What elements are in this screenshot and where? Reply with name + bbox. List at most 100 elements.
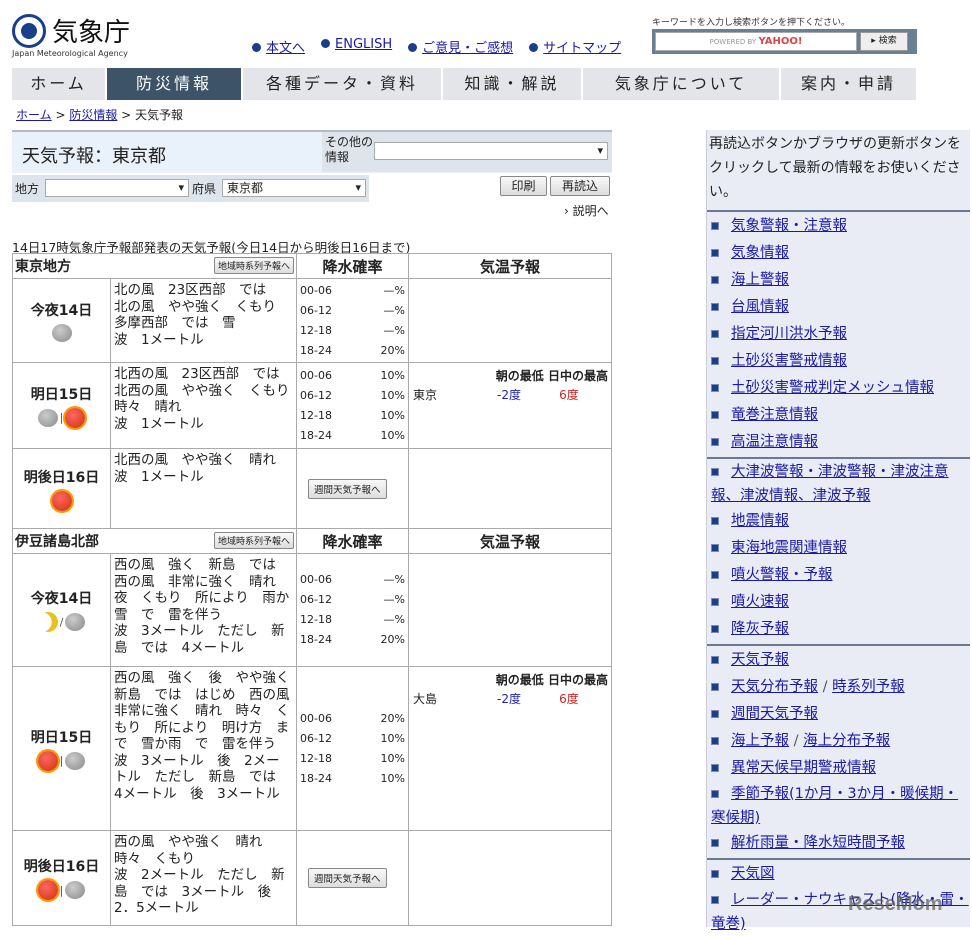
sidebar-item: 東海地震関連情報 xyxy=(707,535,970,562)
sidebar-item: 海上警報 xyxy=(707,267,970,294)
precip-row: 18-24 20% xyxy=(300,341,405,361)
sidebar-link[interactable]: 東海地震関連情報 xyxy=(731,540,847,556)
sidebar-item: 高温注意情報 xyxy=(707,429,970,456)
sidebar-link[interactable]: 土砂災害警戒判定メッシュ情報 xyxy=(731,380,934,396)
temp-high: 6度 xyxy=(559,388,579,402)
reload-note: 再読込ボタンかブラウザの更新ボタンをクリックして最新の情報をお使いください。 xyxy=(707,130,970,212)
precip-cell: 00-06 —% 06-12 —% 12-18 —% 18-24 20% xyxy=(296,278,409,363)
bullet-icon xyxy=(711,249,719,257)
link-main-content[interactable]: 本文へ xyxy=(266,41,305,56)
precip-period: 18-24 xyxy=(300,771,332,785)
forecast-description: 北西の風 やや強く 晴れ 波 1メートル xyxy=(110,448,297,529)
sidebar-link[interactable]: 指定河川洪水予報 xyxy=(731,326,847,342)
nav-data[interactable]: 各種データ・資料 xyxy=(243,68,441,100)
sidebar-link[interactable]: 気象情報 xyxy=(731,245,789,261)
area-timeseries-button[interactable]: 地域時系列予報へ xyxy=(213,532,294,549)
explain-link[interactable]: › 説明へ xyxy=(564,202,609,219)
nav-about[interactable]: 気象庁について xyxy=(583,68,779,100)
bullet-icon xyxy=(711,438,719,446)
prefecture-select[interactable]: 東京都 xyxy=(222,179,366,197)
sidebar-link[interactable]: 土砂災害警戒情報 xyxy=(731,353,847,369)
sidebar-link[interactable]: 気象警報・注意報 xyxy=(731,218,847,234)
print-button[interactable]: 印刷 xyxy=(500,176,547,196)
sidebar-link[interactable]: 竜巻注意情報 xyxy=(731,407,818,423)
precip-period: 06-12 xyxy=(300,593,332,606)
precip-row: 12-18 10% xyxy=(300,749,405,769)
sidebar-link[interactable]: 地震情報 xyxy=(731,513,789,529)
region-select[interactable] xyxy=(45,179,189,197)
weather-icons: / xyxy=(13,612,110,632)
sidebar-link[interactable]: 台風情報 xyxy=(731,299,789,315)
breadcrumb-current: 天気予報 xyxy=(135,108,184,122)
breadcrumb-disaster[interactable]: 防災情報 xyxy=(69,108,117,122)
weekly-forecast-button[interactable]: 週間天気予報へ xyxy=(308,478,387,499)
sidebar-link[interactable]: 噴火速報 xyxy=(731,594,789,610)
sun-icon xyxy=(51,490,72,511)
search-input[interactable]: POWERED BY YAHOO! xyxy=(655,32,857,51)
precip-period: 00-06 xyxy=(300,368,332,382)
temp-cell xyxy=(408,830,612,926)
sidebar-link[interactable]: 海上警報 xyxy=(731,272,789,288)
nav-disaster-info[interactable]: 防災情報 xyxy=(107,68,241,100)
precip-value: 10% xyxy=(380,771,405,785)
sidebar-link[interactable]: 海上分布予報 xyxy=(803,733,890,749)
description-text: 北の風 23区西部 では 北の風 やや強く くもり 多摩西部 では 雪 波 1メ… xyxy=(114,282,276,348)
precip-value: 10% xyxy=(380,368,405,382)
page-title: 天気予報：東京都 xyxy=(22,146,166,167)
temp-low: -2度 xyxy=(497,692,521,706)
link-feedback[interactable]: ご意見・ご感想 xyxy=(422,41,513,56)
sidebar-item: 降灰予報 xyxy=(707,616,970,643)
link-sitemap[interactable]: サイトマップ xyxy=(543,41,621,56)
search-box: POWERED BY YAHOO! ▸ 検索 xyxy=(652,29,917,54)
temp-labels: 朝の最低 日中の最高 xyxy=(409,363,611,384)
reload-button[interactable]: 再読込 xyxy=(550,176,610,196)
sidebar-item: 海上予報 / 海上分布予報 xyxy=(707,728,970,755)
area-timeseries-button[interactable]: 地域時系列予報へ xyxy=(213,257,294,274)
breadcrumb-home[interactable]: ホーム xyxy=(16,108,52,122)
sidebar-item: 異常天候早期警戒情報 xyxy=(707,755,970,782)
region-header-row: 伊豆諸島北部 地域時系列予報へ 降水確率 気温予報 xyxy=(12,528,612,554)
sidebar-item: 大津波警報・津波警報・津波注意報、津波情報、津波予報 xyxy=(707,460,970,508)
weekly-forecast-button[interactable]: 週間天気予報へ xyxy=(308,868,387,888)
sidebar-link[interactable]: 天気予報 xyxy=(731,652,789,668)
sidebar-link[interactable]: 異常天候早期警戒情報 xyxy=(731,760,876,776)
precip-row: 06-12 10% xyxy=(300,729,405,749)
search-button[interactable]: ▸ 検索 xyxy=(860,32,908,51)
jma-logo[interactable]: 気象庁 xyxy=(12,12,130,49)
precip-row: 12-18 10% xyxy=(300,406,405,426)
nav-guide[interactable]: 案内・申請 xyxy=(781,68,916,100)
precip-row: 12-18 —% xyxy=(300,610,405,630)
bullet-icon xyxy=(711,411,719,419)
sidebar-item: 週間天気予報 xyxy=(707,701,970,728)
precip-row: 00-06 10% xyxy=(300,366,405,386)
forecast-row: 明後日16日 | 西の風 やや強く 晴れ 時々 くもり 波 2メートル ただし 新島… xyxy=(12,830,612,926)
precip-period: 00-06 xyxy=(300,711,332,725)
sidebar-link[interactable]: 高温注意情報 xyxy=(731,434,818,450)
sidebar-link[interactable]: 解析雨量・降水短時間予報 xyxy=(731,835,905,851)
search-hint: キーワードを入力し検索ボタンを押下ください。 xyxy=(652,18,851,28)
sidebar-link[interactable]: 季節予報(1か月・3か月・暖候期・寒候期) xyxy=(711,786,958,826)
sidebar: 再読込ボタンかブラウザの更新ボタンをクリックして最新の情報をお使いください。 気… xyxy=(706,130,970,932)
sidebar-group: 大津波警報・津波警報・津波注意報、津波情報、津波予報地震情報東海地震関連情報 噴火… xyxy=(707,459,970,646)
sidebar-link[interactable]: 週間天気予報 xyxy=(731,706,818,722)
sidebar-link[interactable]: 降灰予報 xyxy=(731,621,789,637)
sidebar-link[interactable]: 天気図 xyxy=(731,866,775,882)
precip-row: 00-06 20% xyxy=(300,709,405,729)
temp-low-label: 朝の最低 xyxy=(495,369,544,383)
sidebar-link[interactable]: 時系列予報 xyxy=(832,679,905,695)
bullet-icon xyxy=(711,544,719,552)
sidebar-link[interactable]: 大津波警報・津波警報・津波注意報、津波情報、津波予報 xyxy=(711,464,949,504)
nav-knowledge[interactable]: 知識・解説 xyxy=(443,68,581,100)
sidebar-link[interactable]: 海上予報 xyxy=(731,733,789,749)
link-english[interactable]: ENGLISH xyxy=(335,37,392,52)
region-header-row: 東京地方 地域時系列予報へ 降水確率 気温予報 xyxy=(12,253,612,279)
sidebar-link[interactable]: 噴火警報・予報 xyxy=(731,567,833,583)
day-cell: 明後日16日 | xyxy=(12,830,111,926)
precip-value: 10% xyxy=(380,731,405,745)
nav-home[interactable]: ホーム xyxy=(12,68,105,100)
precip-row: 00-06 —% xyxy=(300,570,405,590)
precip-value: —% xyxy=(383,613,405,626)
sidebar-link[interactable]: 天気分布予報 xyxy=(731,679,818,695)
other-info-select[interactable] xyxy=(374,142,608,160)
prefecture-label: 府県 xyxy=(192,182,217,196)
